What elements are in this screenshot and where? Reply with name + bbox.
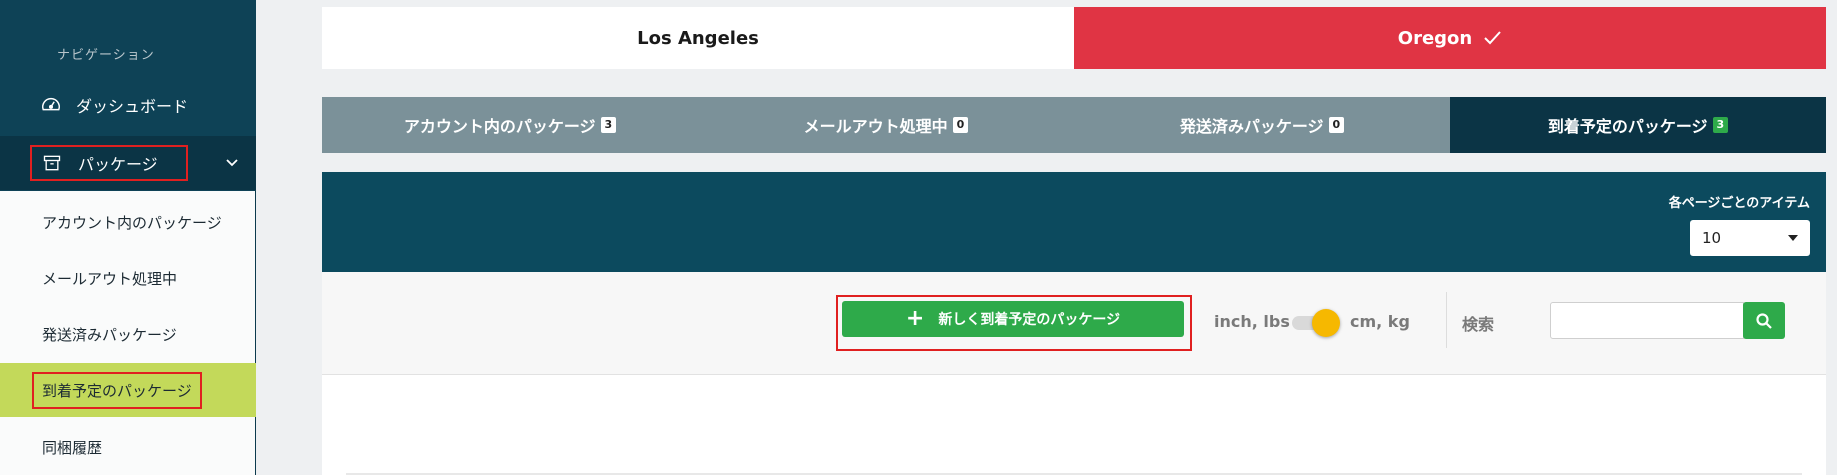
toolbar: + 新しく到着予定のパッケージ inch, lbs cm, kg 検索 bbox=[322, 272, 1826, 375]
packages-highlight: パッケージ bbox=[30, 145, 188, 181]
sidebar-subitem-label: 到着予定のパッケージ bbox=[32, 371, 202, 409]
package-list-area bbox=[322, 375, 1826, 475]
tab-label: アカウント内のパッケージ bbox=[403, 117, 596, 136]
plus-icon: + bbox=[905, 306, 925, 331]
tab-label: Oregon bbox=[1397, 27, 1473, 49]
sidebar-item-label: パッケージ bbox=[78, 155, 158, 174]
items-per-page-select[interactable]: 10 bbox=[1690, 220, 1810, 256]
tab-incoming[interactable]: 到着予定のパッケージ 3 bbox=[1450, 97, 1826, 153]
search-label: 検索 bbox=[1462, 315, 1495, 334]
unit-metric-label: cm, kg bbox=[1350, 312, 1410, 331]
sidebar-subitem-consolidation-history[interactable]: 同梱履歴 bbox=[0, 422, 256, 472]
tab-label: 発送済みパッケージ bbox=[1179, 117, 1324, 136]
tab-label: メールアウト処理中 bbox=[803, 117, 948, 136]
button-label: 新しく到着予定のパッケージ bbox=[938, 312, 1121, 328]
list-header-panel: 各ページごとのアイテム 10 bbox=[322, 172, 1826, 272]
items-per-page-label: 各ページごとのアイテム bbox=[1668, 196, 1810, 211]
sidebar-subitem-account-packages[interactable]: アカウント内のパッケージ bbox=[0, 197, 256, 247]
tab-label: Los Angeles bbox=[637, 27, 759, 49]
location-tabs: Los Angeles Oregon bbox=[322, 7, 1826, 69]
sidebar-subitem-mailout[interactable]: メールアウト処理中 bbox=[0, 253, 256, 303]
sidebar-subitem-incoming[interactable]: 到着予定のパッケージ bbox=[0, 363, 256, 417]
sidebar-item-dashboard[interactable]: ダッシュボード bbox=[0, 80, 256, 130]
gauge-icon bbox=[42, 97, 60, 111]
items-per-page-value: 10 bbox=[1702, 229, 1722, 247]
tab-label: 到着予定のパッケージ bbox=[1547, 117, 1708, 136]
chevron-down-icon[interactable] bbox=[224, 154, 240, 170]
count-badge: 3 bbox=[600, 117, 617, 133]
divider bbox=[1446, 292, 1447, 348]
search-button[interactable] bbox=[1743, 302, 1785, 339]
sidebar-subitem-label: アカウント内のパッケージ bbox=[42, 213, 222, 232]
sidebar-subitem-label: 同梱履歴 bbox=[42, 438, 103, 457]
sidebar-subitem-shipped[interactable]: 発送済みパッケージ bbox=[0, 309, 256, 359]
tab-account-packages[interactable]: アカウント内のパッケージ 3 bbox=[322, 97, 698, 153]
toggle-knob bbox=[1312, 309, 1340, 337]
archive-box-icon bbox=[43, 155, 61, 171]
tab-shipped[interactable]: 発送済みパッケージ 0 bbox=[1074, 97, 1450, 153]
nav-heading: ナビゲーション bbox=[57, 48, 155, 63]
tab-los-angeles[interactable]: Los Angeles bbox=[322, 7, 1074, 69]
count-badge: 0 bbox=[1328, 117, 1345, 133]
sidebar-subitem-label: 発送済みパッケージ bbox=[42, 325, 177, 344]
search-input[interactable] bbox=[1550, 302, 1744, 339]
status-tabs: アカウント内のパッケージ 3 メールアウト処理中 0 発送済みパッケージ 0 到… bbox=[322, 97, 1826, 153]
search-icon bbox=[1756, 312, 1772, 329]
tab-oregon[interactable]: Oregon bbox=[1074, 7, 1826, 69]
sidebar: ナビゲーション ダッシュボード パッケージ アカウント内のパッケージ メールアウ… bbox=[0, 0, 256, 475]
count-badge: 3 bbox=[1712, 117, 1729, 133]
new-incoming-package-button[interactable]: + 新しく到着予定のパッケージ bbox=[842, 301, 1184, 337]
caret-down-icon bbox=[1788, 235, 1798, 241]
check-icon bbox=[1484, 31, 1501, 45]
unit-toggle[interactable] bbox=[1292, 308, 1342, 337]
tab-mailout[interactable]: メールアウト処理中 0 bbox=[698, 97, 1074, 153]
sidebar-item-packages[interactable]: パッケージ bbox=[0, 136, 256, 190]
unit-imperial-label: inch, lbs bbox=[1214, 312, 1290, 331]
count-badge: 0 bbox=[952, 117, 969, 133]
sidebar-subitem-label: メールアウト処理中 bbox=[42, 269, 178, 288]
sidebar-item-label: ダッシュボード bbox=[76, 97, 189, 116]
